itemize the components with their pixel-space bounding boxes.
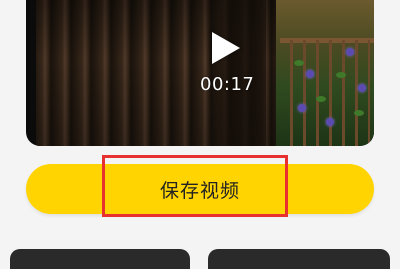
video-duration: 00:17 bbox=[200, 74, 255, 95]
video-thumbnail bbox=[36, 0, 374, 146]
railing-image bbox=[280, 40, 370, 146]
highlight-annotation-box bbox=[102, 155, 288, 217]
video-preview[interactable]: 00:17 bbox=[26, 0, 374, 146]
play-icon[interactable] bbox=[212, 32, 240, 64]
bottom-card-left[interactable] bbox=[10, 249, 190, 269]
bottom-card-right[interactable] bbox=[208, 249, 390, 269]
